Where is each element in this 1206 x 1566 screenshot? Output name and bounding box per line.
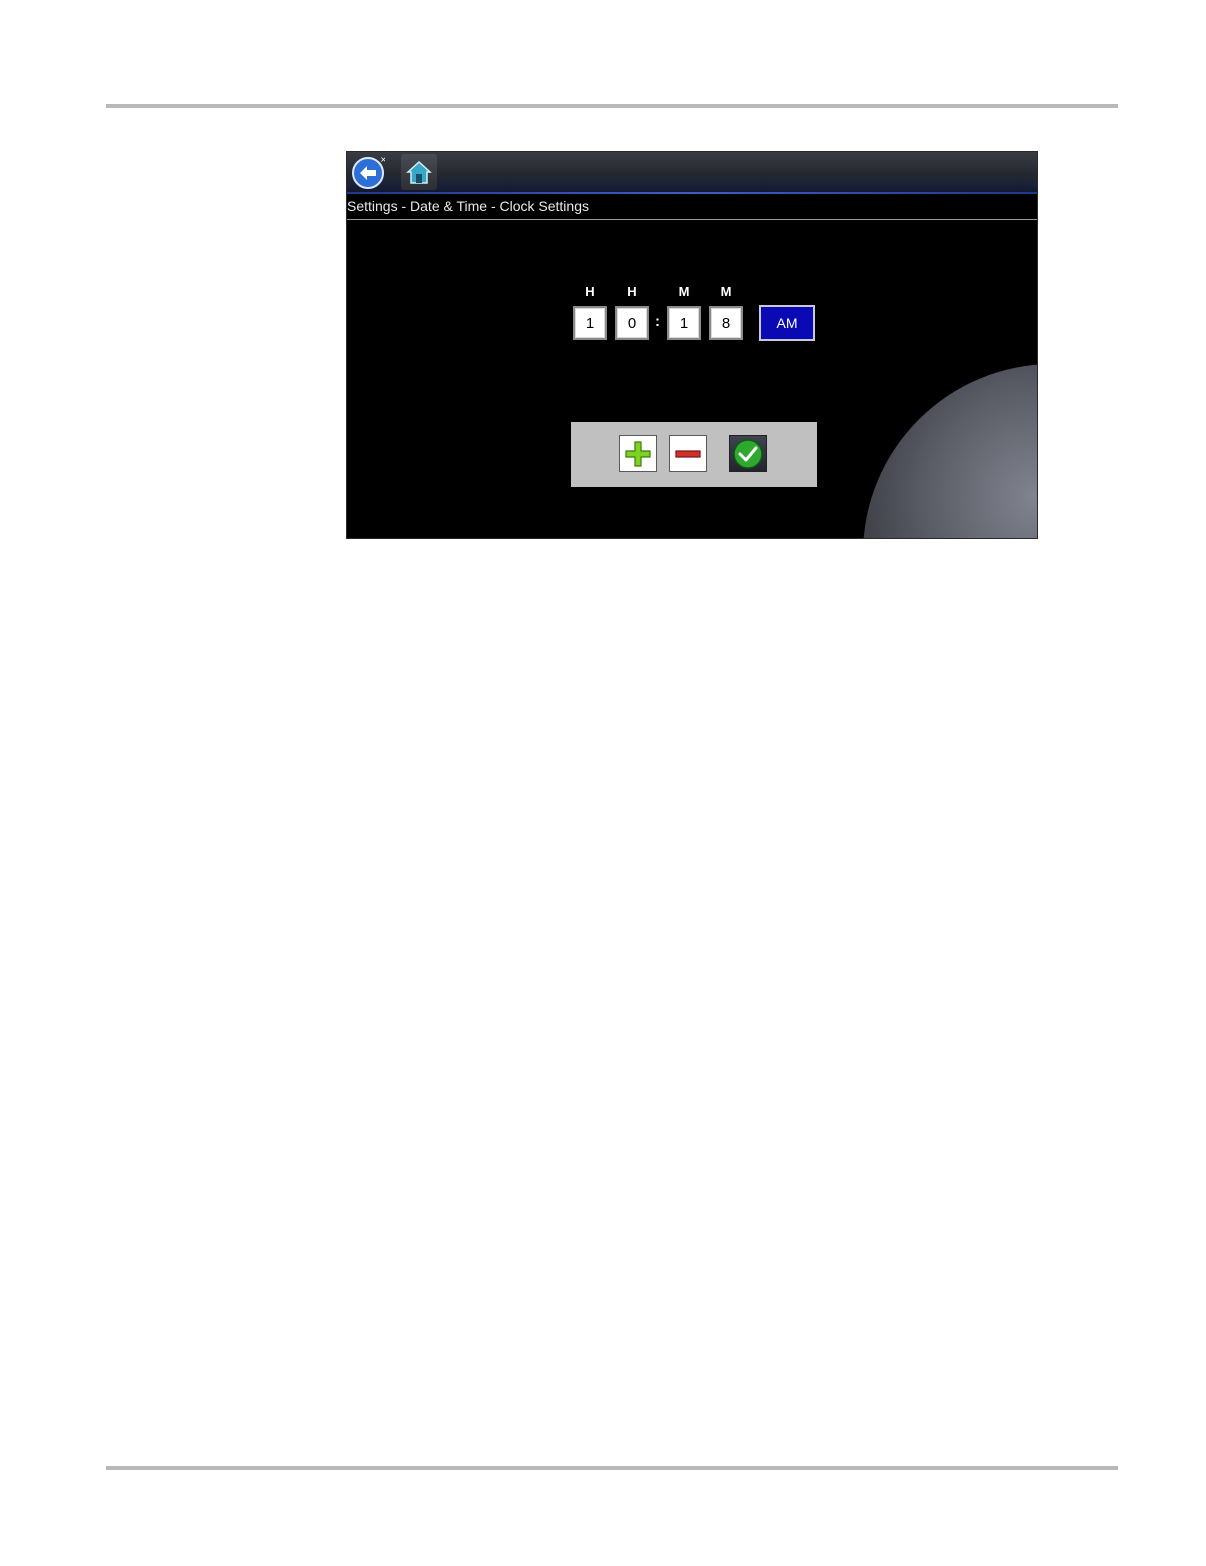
time-separator: : — [655, 313, 660, 330]
minute-ones-header: M — [720, 284, 732, 299]
decrement-button[interactable] — [669, 435, 707, 472]
hour-tens-field[interactable]: 1 — [573, 306, 607, 340]
hour-ones-header: H — [627, 284, 637, 299]
confirm-button[interactable] — [729, 435, 767, 472]
hour-tens-header: H — [585, 284, 595, 299]
minus-icon — [675, 449, 701, 458]
increment-button[interactable] — [619, 435, 657, 472]
toolbar: × — [347, 152, 1037, 194]
minute-tens-field[interactable]: 1 — [667, 306, 701, 340]
back-button[interactable]: × — [350, 154, 386, 190]
background-globe — [863, 364, 1037, 538]
back-arrow-icon: × — [352, 155, 385, 189]
home-button[interactable] — [401, 154, 437, 190]
adjust-panel — [571, 422, 817, 487]
home-icon — [406, 160, 432, 184]
svg-text:×: × — [380, 155, 385, 164]
hour-ones-field[interactable]: 0 — [615, 306, 649, 340]
plus-icon — [625, 440, 651, 467]
am-pm-toggle[interactable]: AM — [759, 305, 815, 341]
device-screen: × Settings - Date & Time - Clock Setting… — [346, 151, 1038, 539]
breadcrumb: Settings - Date & Time - Clock Settings — [347, 196, 1037, 220]
minute-ones-field[interactable]: 8 — [709, 306, 743, 340]
minute-tens-header: M — [678, 284, 690, 299]
checkmark-icon — [733, 438, 763, 469]
page-bottom-rule — [106, 1466, 1118, 1470]
page-top-rule — [106, 104, 1118, 108]
